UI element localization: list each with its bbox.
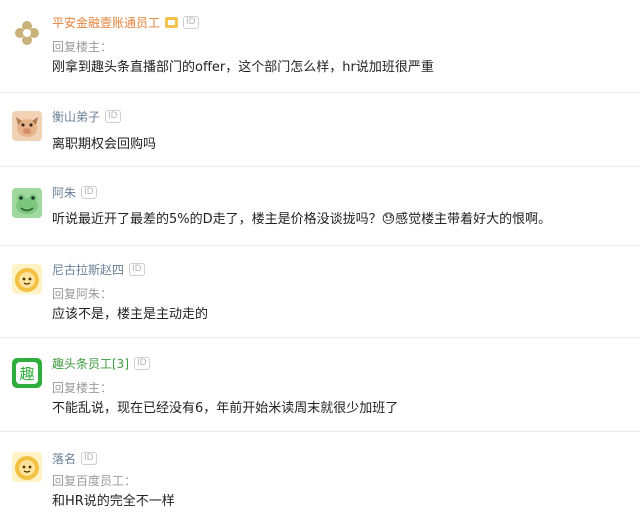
username[interactable]: 尼古拉斯赵四 [52, 261, 124, 278]
reply-to: 回复楼主： [52, 40, 113, 54]
avatar[interactable]: 趣 [12, 358, 42, 388]
divider [0, 245, 640, 246]
vip-icon [165, 16, 179, 28]
comment-text: 应该不是，楼主是主动走的 [52, 307, 209, 322]
username[interactable]: 阿朱 [52, 184, 76, 201]
comment-text: 刚拿到趣头条直播部门的offer，这个部门怎么样，hr说加班很严重 [52, 60, 434, 75]
avatar[interactable] [12, 452, 42, 482]
pig-face-icon [12, 111, 42, 141]
reply-to: 回复百度员工： [52, 474, 137, 488]
avatar[interactable] [12, 188, 42, 218]
reply-to: 回复阿朱： [52, 287, 113, 301]
qu-logo-icon: 趣 [12, 358, 42, 388]
comment-text: 和HR说的完全不一样 [52, 494, 175, 509]
id-badge: ID [183, 15, 199, 29]
divider [0, 337, 640, 338]
divider [0, 92, 640, 93]
avatar[interactable] [12, 111, 42, 141]
frog-face-icon [12, 188, 42, 218]
comment-text: 不能乱说，现在已经没有6，年前开始米读周末就很少加班了 [52, 401, 399, 416]
id-badge: ID [129, 262, 145, 276]
id-badge: ID [81, 185, 97, 199]
username[interactable]: 落名 [52, 450, 76, 467]
svg-text:趣: 趣 [19, 365, 34, 383]
reply-to: 回复楼主： [52, 381, 113, 395]
id-badge: ID [134, 356, 150, 370]
id-badge: ID [105, 109, 121, 123]
username[interactable]: 平安金融壹账通员工 [52, 14, 160, 31]
comment-text: 听说最近开了最差的5%的D走了，楼主是价格没谈拢吗？😓感觉楼主带着好大的恨啊。 [52, 212, 552, 227]
lion-face-icon [12, 264, 42, 294]
id-badge: ID [81, 451, 97, 465]
gold-flower-icon [12, 18, 42, 48]
username[interactable]: 趣头条员工[3] [52, 355, 129, 372]
comment-text: 离职期权会回购吗 [52, 137, 157, 152]
divider [0, 431, 640, 432]
avatar[interactable] [12, 18, 42, 48]
avatar[interactable] [12, 264, 42, 294]
username[interactable]: 衡山弟子 [52, 108, 100, 125]
divider [0, 166, 640, 167]
lion-face-icon [12, 452, 42, 482]
